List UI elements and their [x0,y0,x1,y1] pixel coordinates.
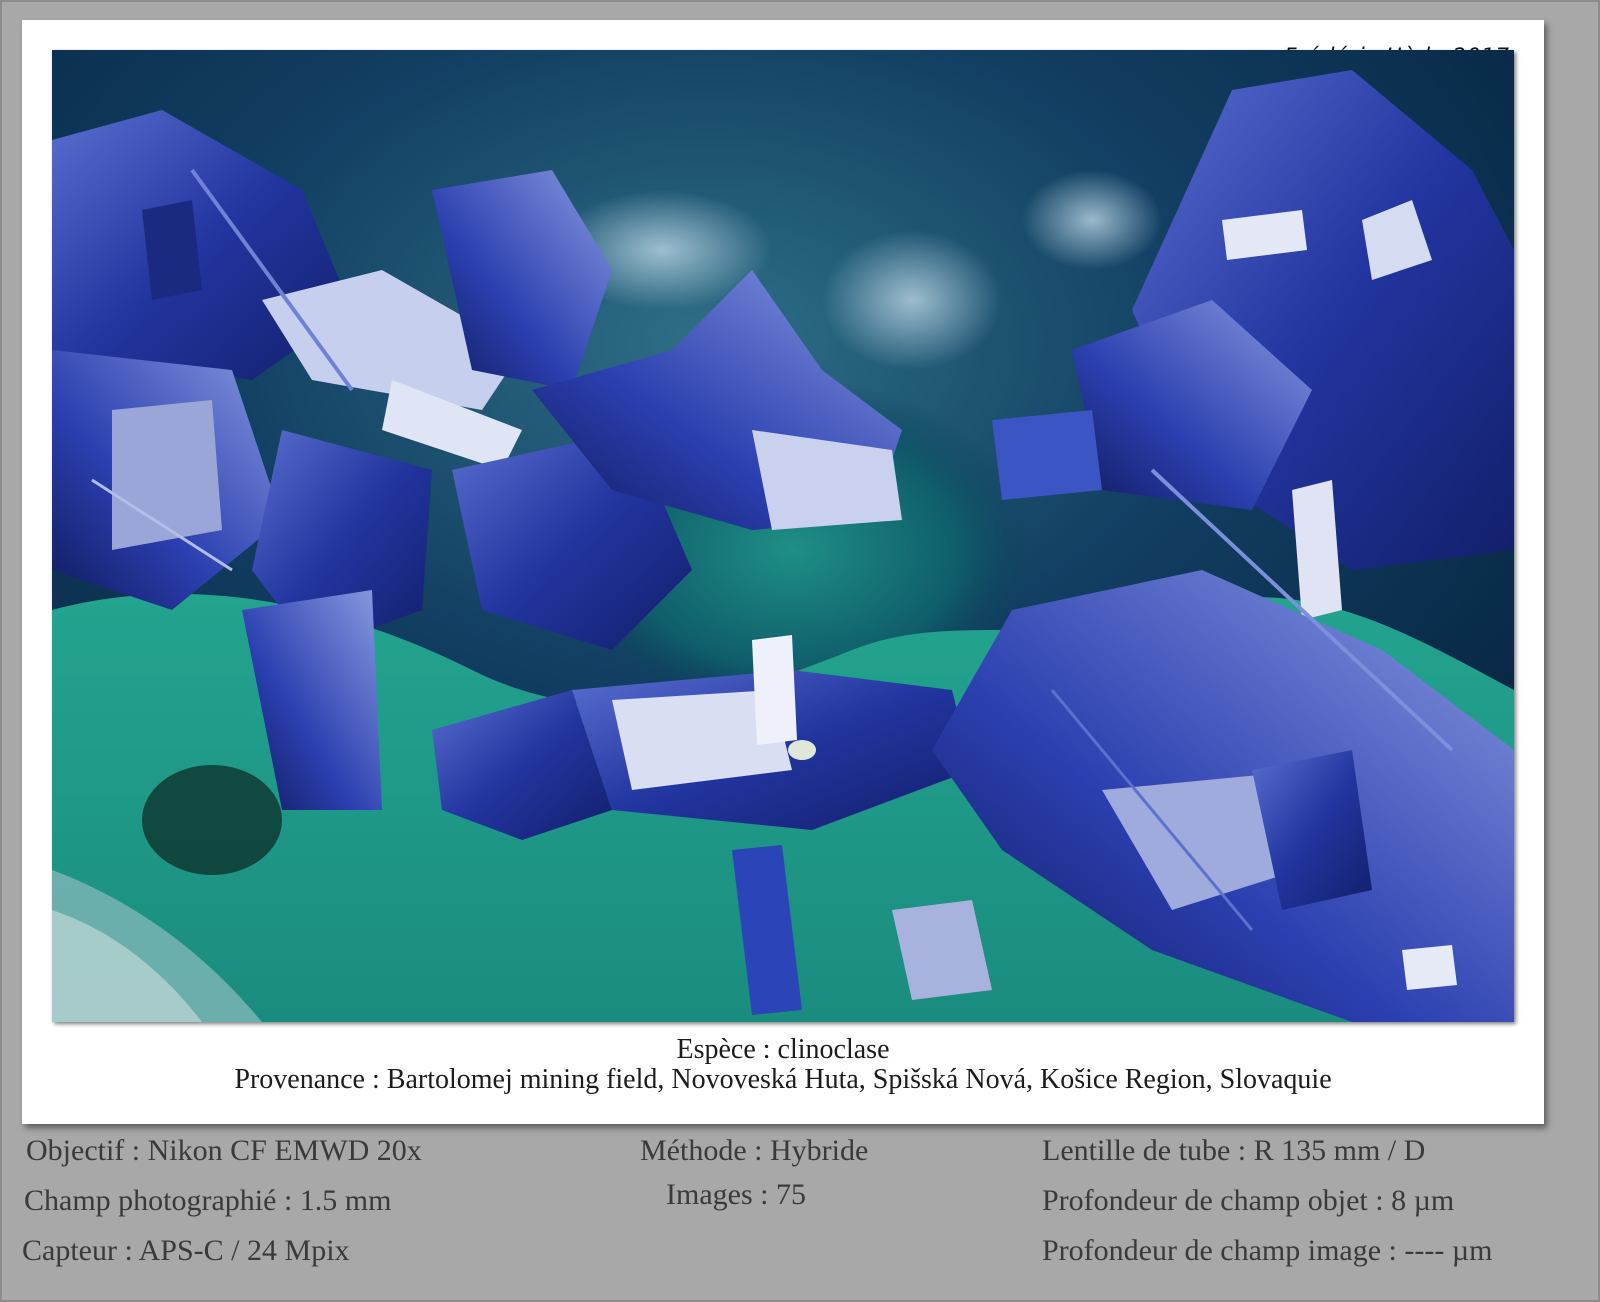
mineral-photo [52,50,1514,1022]
photo-card: Frédéric Hède 2017 [22,20,1544,1124]
spec-field: Champ photographié : 1.5 mm [24,1184,392,1217]
spec-objective: Objectif : Nikon CF EMWD 20x [26,1134,422,1167]
spec-images: Images : 75 [666,1178,806,1211]
spec-tube-lens: Lentille de tube : R 135 mm / D [1042,1134,1426,1167]
mineral-photo-graphic [52,50,1514,1022]
spec-sensor: Capteur : APS-C / 24 Mpix [22,1234,350,1267]
spec-method: Méthode : Hybride [640,1134,869,1167]
spec-dof-image: Profondeur de champ image : ---- µm [1042,1234,1493,1267]
caption-origin: Provenance : Bartolomej mining field, No… [234,1064,1332,1095]
caption-species: Espèce : clinoclase [676,1034,890,1065]
spec-dof-object: Profondeur de champ objet : 8 µm [1042,1184,1455,1217]
